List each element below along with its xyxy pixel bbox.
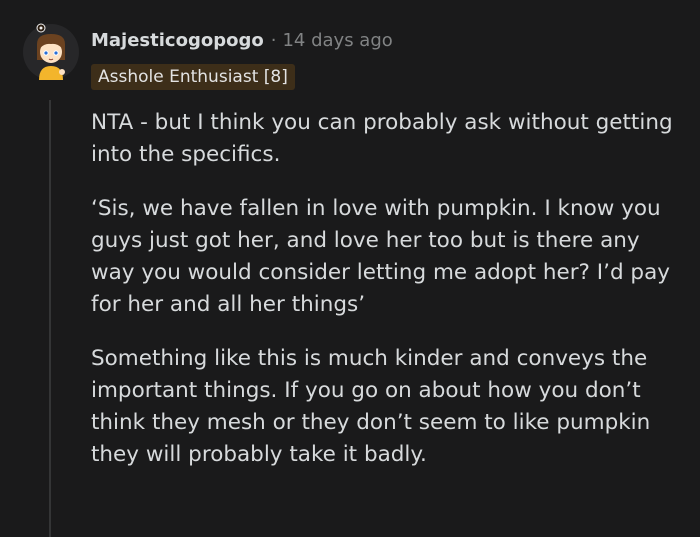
thread-line[interactable] bbox=[49, 100, 51, 537]
meta-separator: · bbox=[270, 30, 277, 51]
comment-paragraph: NTA - but I think you can probably ask w… bbox=[91, 110, 673, 167]
timestamp-link[interactable]: 14 days ago bbox=[282, 30, 392, 51]
avatar[interactable] bbox=[23, 22, 79, 82]
user-flair: Asshole Enthusiast [8] bbox=[91, 64, 295, 90]
comment-meta: Majesticogopogo · 14 days ago bbox=[91, 30, 393, 54]
comment-body: NTA - but I think you can probably ask w… bbox=[91, 107, 686, 493]
cartoon-girl-avatar-icon bbox=[23, 23, 79, 80]
username-link[interactable]: Majesticogopogo bbox=[91, 30, 264, 51]
comment-paragraph: ‘Sis, we have fallen in love with pumpki… bbox=[91, 196, 670, 317]
comment-paragraph: Something like this is much kinder and c… bbox=[91, 346, 651, 467]
